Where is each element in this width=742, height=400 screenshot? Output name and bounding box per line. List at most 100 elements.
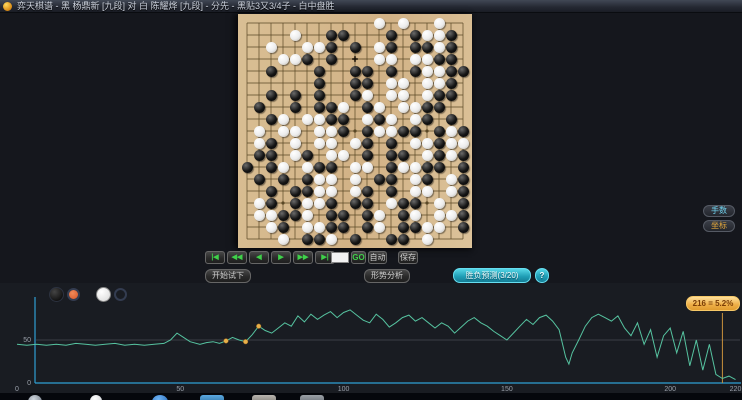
save-button[interactable]: 保存 bbox=[398, 251, 418, 264]
white-stone bbox=[313, 137, 325, 149]
white-stone bbox=[277, 161, 289, 173]
white-stone bbox=[325, 137, 337, 149]
white-stone bbox=[409, 137, 421, 149]
fast-back-button[interactable]: ◀◀ bbox=[227, 251, 247, 264]
white-stone bbox=[433, 65, 445, 77]
black-stone bbox=[313, 101, 325, 113]
black-stone bbox=[241, 161, 253, 173]
black-stone bbox=[325, 53, 337, 65]
svg-text:220: 220 bbox=[730, 386, 742, 393]
white-stone bbox=[349, 137, 361, 149]
white-stone bbox=[313, 221, 325, 233]
help-button[interactable]: ? bbox=[535, 268, 549, 283]
black-stone bbox=[325, 161, 337, 173]
black-stone bbox=[325, 221, 337, 233]
white-stone bbox=[373, 41, 385, 53]
start-orb-icon[interactable] bbox=[28, 395, 42, 400]
black-stone bbox=[313, 89, 325, 101]
black-stone bbox=[445, 113, 457, 125]
black-stone bbox=[337, 221, 349, 233]
black-stone bbox=[361, 221, 373, 233]
title-bar[interactable]: 弈天棋谱 - 黑 杨鼎新 [九段] 对 白 陈耀烨 [九段] - 分先 - 黑贴… bbox=[0, 0, 742, 13]
black-stone bbox=[433, 161, 445, 173]
black-stone bbox=[385, 149, 397, 161]
go-board[interactable] bbox=[238, 14, 472, 248]
white-stone bbox=[385, 53, 397, 65]
black-stone bbox=[421, 101, 433, 113]
app-window: 弈天棋谱 - 黑 杨鼎新 [九段] 对 白 陈耀烨 [九段] - 分先 - 黑贴… bbox=[0, 0, 742, 400]
fast-forward-button[interactable]: ▶▶ bbox=[293, 251, 313, 264]
white-stone bbox=[373, 53, 385, 65]
white-stone bbox=[385, 113, 397, 125]
white-stone bbox=[433, 77, 445, 89]
black-stone bbox=[265, 161, 277, 173]
black-stone bbox=[361, 101, 373, 113]
black-stone bbox=[349, 77, 361, 89]
white-stone bbox=[253, 197, 265, 209]
shape-analysis-button[interactable]: 形势分析 bbox=[364, 269, 410, 283]
white-stone bbox=[409, 185, 421, 197]
white-stone bbox=[265, 209, 277, 221]
black-winrate-radio-selected[interactable] bbox=[67, 288, 80, 301]
black-stone bbox=[265, 113, 277, 125]
white-stone bbox=[445, 185, 457, 197]
windows-taskbar[interactable] bbox=[0, 393, 742, 400]
black-stone-icon[interactable] bbox=[49, 287, 64, 302]
black-stone bbox=[277, 221, 289, 233]
white-stone bbox=[313, 41, 325, 53]
white-stone bbox=[301, 41, 313, 53]
white-stone-icon[interactable] bbox=[96, 287, 111, 302]
white-stone bbox=[289, 125, 301, 137]
start-trial-button[interactable]: 开始试下 bbox=[205, 269, 251, 283]
black-stone bbox=[385, 65, 397, 77]
winrate-graph-panel: 0 50 100 150 200 220 0 50 216 = 5.2% bbox=[0, 283, 742, 393]
black-stone bbox=[337, 209, 349, 221]
goto-move-input[interactable] bbox=[331, 252, 349, 263]
black-stone bbox=[421, 173, 433, 185]
white-stone bbox=[349, 185, 361, 197]
white-stone bbox=[421, 149, 433, 161]
white-stone bbox=[385, 197, 397, 209]
black-stone bbox=[361, 197, 373, 209]
win-predict-button[interactable]: 胜负预测(3/20) bbox=[453, 268, 531, 283]
white-winrate-radio[interactable] bbox=[114, 288, 127, 301]
teal-app-icon[interactable] bbox=[200, 395, 224, 400]
gray-app-2-icon[interactable] bbox=[300, 395, 324, 400]
black-stone bbox=[361, 125, 373, 137]
blue-app-icon[interactable] bbox=[152, 395, 168, 400]
white-stone bbox=[325, 185, 337, 197]
coordinates-toggle[interactable]: 坐标 bbox=[703, 220, 735, 232]
black-stone bbox=[349, 233, 361, 245]
black-stone bbox=[373, 113, 385, 125]
black-stone bbox=[457, 149, 469, 161]
white-stone bbox=[373, 209, 385, 221]
forward-button[interactable]: ▶ bbox=[271, 251, 291, 264]
white-stone bbox=[409, 53, 421, 65]
back-button[interactable]: ◀ bbox=[249, 251, 269, 264]
black-stone bbox=[265, 197, 277, 209]
black-stone bbox=[385, 161, 397, 173]
black-stone bbox=[385, 137, 397, 149]
winrate-chart[interactable]: 0 50 100 150 200 220 0 50 bbox=[0, 283, 742, 393]
white-stone bbox=[421, 53, 433, 65]
white-stone bbox=[313, 125, 325, 137]
white-stone bbox=[433, 41, 445, 53]
goto-move-button[interactable]: GO bbox=[351, 251, 366, 264]
black-stone bbox=[325, 101, 337, 113]
auto-play-button[interactable]: 自动 bbox=[368, 251, 387, 264]
black-stone bbox=[397, 233, 409, 245]
white-app-icon[interactable] bbox=[90, 395, 102, 400]
move-numbers-toggle[interactable]: 手数 bbox=[703, 205, 735, 217]
white-stone bbox=[337, 101, 349, 113]
white-stone bbox=[433, 221, 445, 233]
black-stone bbox=[289, 197, 301, 209]
black-stone bbox=[421, 113, 433, 125]
black-stone bbox=[361, 65, 373, 77]
first-move-button[interactable]: |◀ bbox=[205, 251, 225, 264]
black-stone bbox=[253, 149, 265, 161]
white-stone bbox=[385, 77, 397, 89]
gray-app-icon[interactable] bbox=[252, 395, 276, 400]
white-stone bbox=[409, 113, 421, 125]
black-stone bbox=[385, 41, 397, 53]
white-stone bbox=[277, 53, 289, 65]
